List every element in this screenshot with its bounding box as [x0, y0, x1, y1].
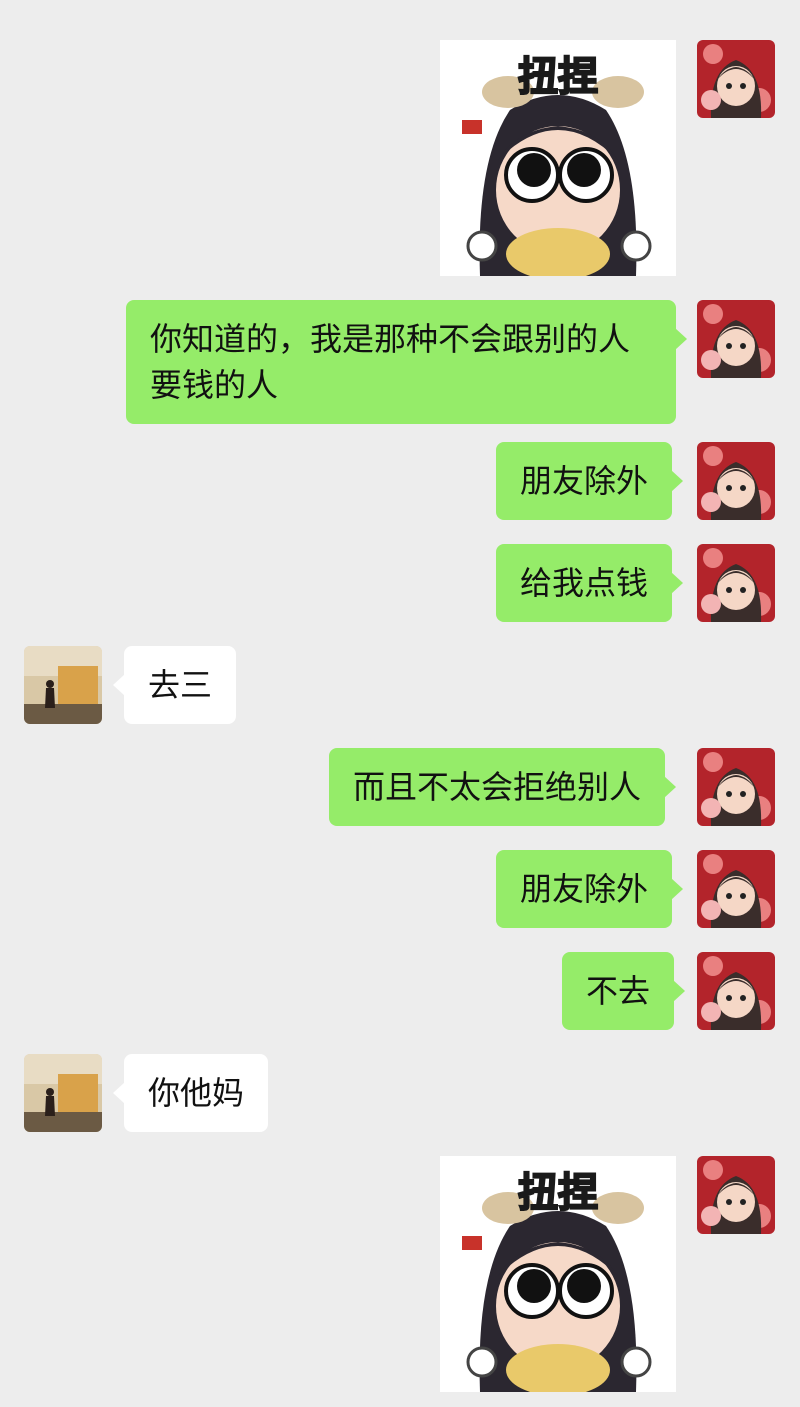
- my-message-bubble[interactable]: 而且不太会拒绝别人: [329, 748, 677, 826]
- anime-girl-avatar-icon: [697, 544, 775, 622]
- photo-person-avatar-icon: [24, 1054, 102, 1132]
- my-message-bubble[interactable]: 朋友除外: [496, 442, 684, 520]
- other-avatar[interactable]: [24, 1054, 102, 1132]
- anime-girl-avatar-icon: [697, 748, 775, 826]
- my-message-bubble[interactable]: 给我点钱: [496, 544, 684, 622]
- my-avatar[interactable]: [697, 300, 775, 378]
- anime-girl-avatar-icon: [697, 952, 775, 1030]
- anime-girl-avatar-icon: [697, 40, 775, 118]
- other-message-bubble[interactable]: 去三: [112, 646, 237, 724]
- sticker-caption: 扭捏: [517, 1169, 599, 1217]
- my-avatar[interactable]: [697, 748, 775, 826]
- anime-girl-avatar-icon: [697, 442, 775, 520]
- my-avatar[interactable]: [697, 1156, 775, 1234]
- my-message-bubble[interactable]: 不去: [562, 952, 686, 1030]
- photo-person-avatar-icon: [24, 646, 102, 724]
- anime-girl-avatar-icon: [697, 850, 775, 928]
- sticker-message[interactable]: 扭捏: [440, 40, 676, 276]
- sticker-caption: 扭捏: [517, 53, 599, 101]
- my-avatar[interactable]: [697, 952, 775, 1030]
- anime-girl-avatar-icon: [697, 300, 775, 378]
- other-message-bubble[interactable]: 你他妈: [112, 1054, 269, 1132]
- my-avatar[interactable]: [697, 40, 775, 118]
- my-message-bubble[interactable]: 朋友除外: [496, 850, 684, 928]
- anime-girl-avatar-icon: [697, 1156, 775, 1234]
- my-message-bubble[interactable]: 你知道的，我是那种不会跟别的人要钱的人: [126, 300, 687, 424]
- other-avatar[interactable]: [24, 646, 102, 724]
- sticker-message[interactable]: 扭捏: [440, 1156, 676, 1392]
- my-avatar[interactable]: [697, 544, 775, 622]
- my-avatar[interactable]: [697, 442, 775, 520]
- my-avatar[interactable]: [697, 850, 775, 928]
